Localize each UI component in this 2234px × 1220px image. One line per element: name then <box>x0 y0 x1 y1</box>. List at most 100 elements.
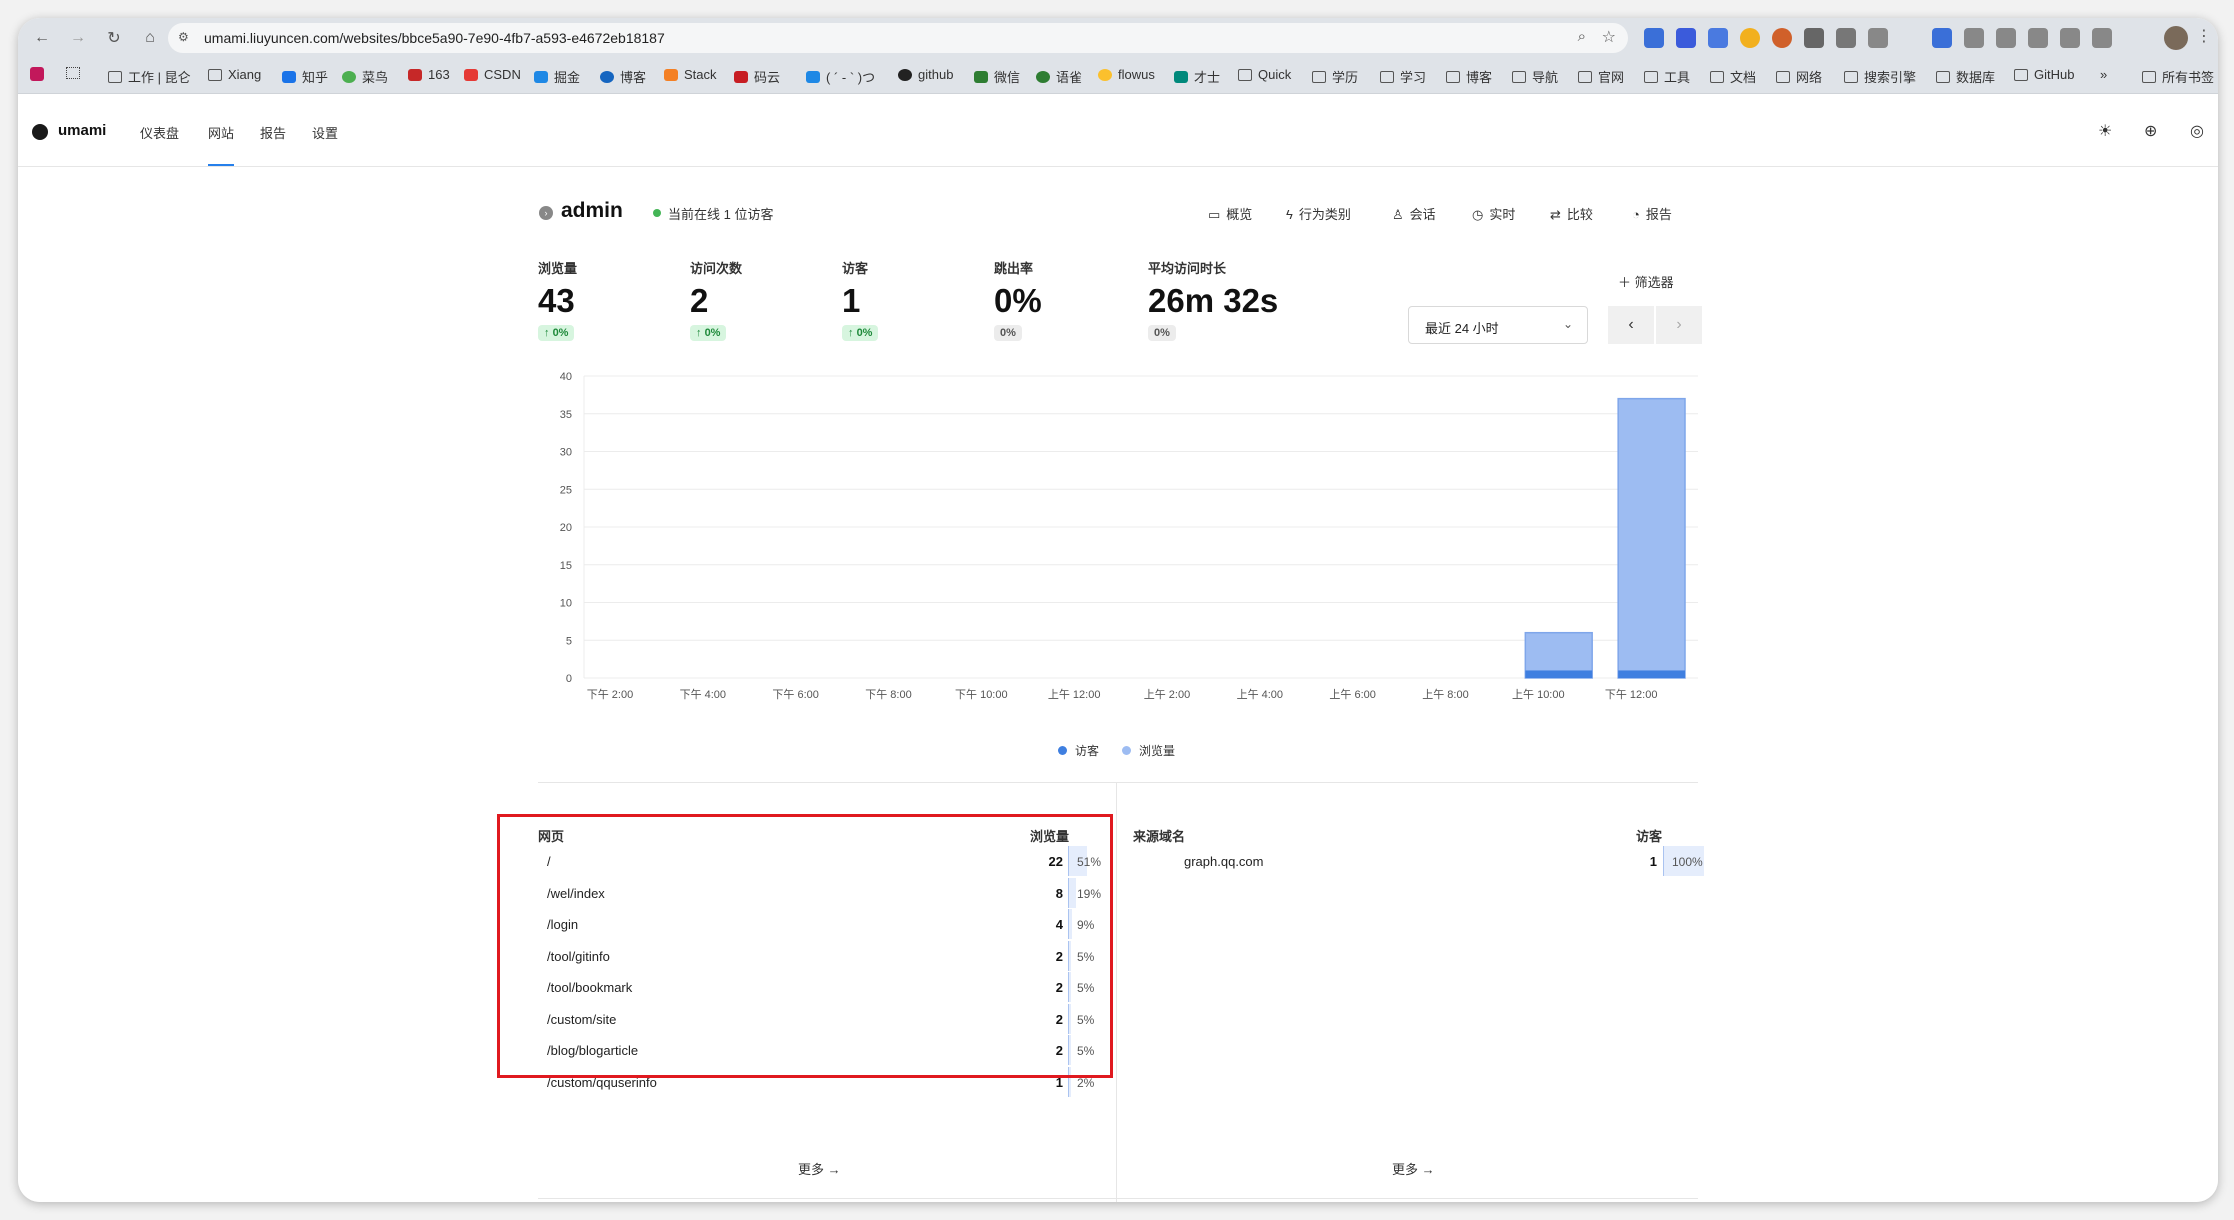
bookmark-folder[interactable]: 工具 <box>1644 67 1690 86</box>
x-tick-label: 下午 12:00 <box>1605 688 1658 701</box>
bookmark-folder[interactable]: 导航 <box>1512 67 1558 86</box>
extension-icon[interactable] <box>1836 28 1856 48</box>
x-tick-label: 上午 4:00 <box>1237 688 1283 701</box>
next-range-button[interactable]: › <box>1656 306 1702 344</box>
zoom-icon[interactable]: ⌕ <box>1578 28 1586 45</box>
bookmark-item[interactable]: 码云 <box>734 67 780 86</box>
prev-range-button[interactable]: ‹ <box>1608 306 1654 344</box>
address-bar[interactable]: ⚙ umami.liuyuncen.com/websites/bbce5a90-… <box>168 23 1628 53</box>
bookmark-folder[interactable]: GitHub <box>2014 67 2074 82</box>
highlight-annotation <box>497 814 1113 1078</box>
extension-icon[interactable] <box>1708 28 1728 48</box>
menu-icon[interactable]: ⋮ <box>2196 26 2212 46</box>
chevron-left-icon: ‹ <box>1628 316 1634 333</box>
bookmark-item[interactable]: Stack <box>664 67 717 82</box>
back-icon[interactable]: ← <box>28 24 56 52</box>
nav-reports[interactable]: 报告 <box>260 123 286 142</box>
nav-dashboard[interactable]: 仪表盘 <box>140 123 179 142</box>
bookmark-folder[interactable]: 文档 <box>1710 67 1756 86</box>
bookmark-item[interactable]: 掘金 <box>534 67 580 86</box>
bookmark-folder[interactable]: 数据库 <box>1936 67 1995 86</box>
language-globe-icon[interactable]: ⊕ <box>2144 121 2157 141</box>
bookmark-folder[interactable]: 所有书签 <box>2142 67 2214 86</box>
x-tick-label: 上午 6:00 <box>1329 688 1375 701</box>
bookmark-item[interactable]: 博客 <box>600 67 646 86</box>
trash-icon[interactable] <box>2028 28 2048 48</box>
extension-icon[interactable] <box>1644 28 1664 48</box>
tab-compare[interactable]: ⇄ 比较 <box>1550 204 1593 223</box>
theme-sun-icon[interactable]: ☀ <box>2098 121 2112 141</box>
bookmark-item[interactable]: ( ´ - ` )つ <box>806 67 875 86</box>
bookmark-folder[interactable]: 网络 <box>1776 67 1822 86</box>
tab-overview[interactable]: ▭ 概览 <box>1208 204 1252 223</box>
clock-icon: ◷ <box>1472 207 1484 222</box>
monitor-icon: ▭ <box>1208 207 1221 222</box>
browser-window: ← → ↻ ⌂ ⚙ umami.liuyuncen.com/websites/b… <box>18 18 2218 1202</box>
bookmarks-overflow-icon[interactable]: » <box>2100 67 2107 82</box>
bookmark-item[interactable] <box>30 67 50 81</box>
tab-sessions[interactable]: ♙ 会话 <box>1392 204 1436 223</box>
table-row[interactable]: graph.qq.com 1 100% <box>1133 846 1704 876</box>
puzzle-icon[interactable] <box>1868 28 1888 48</box>
translate-icon[interactable] <box>2060 28 2080 48</box>
bookmark-folder[interactable]: 学历 <box>1312 67 1358 86</box>
bookmark-folder[interactable]: Quick <box>1238 67 1291 82</box>
extension-icon[interactable] <box>1740 28 1760 48</box>
extension-icon[interactable] <box>1772 28 1792 48</box>
reload-icon[interactable]: ↻ <box>100 24 128 52</box>
x-tick-label: 下午 8:00 <box>865 688 911 701</box>
change-badge: ↑ 0% <box>538 325 575 341</box>
home-icon[interactable]: ⌂ <box>136 24 164 52</box>
bookmark-item[interactable]: 才士 <box>1174 67 1220 86</box>
chevron-right-icon: › <box>1676 316 1682 333</box>
bookmark-item[interactable]: CSDN <box>464 67 521 82</box>
legend-pageviews[interactable]: 浏览量 <box>1122 742 1175 759</box>
website-favicon-icon: › <box>539 206 553 220</box>
bookmark-item[interactable]: 菜鸟 <box>342 67 388 86</box>
metric-visit-duration: 平均访问时长 26m 32s 0% <box>1148 261 1279 341</box>
tab-realtime[interactable]: ◷ 实时 <box>1472 204 1515 223</box>
extension-icon[interactable] <box>1804 28 1824 48</box>
sidebar-icon[interactable] <box>1996 28 2016 48</box>
tab-events[interactable]: ϟ 行为类别 <box>1286 204 1351 223</box>
bookmark-item[interactable]: 语雀 <box>1036 67 1082 86</box>
site-info-icon[interactable]: ⚙ <box>178 30 194 46</box>
bookmark-folder[interactable]: 工作 | 昆仑 <box>108 67 191 86</box>
legend-visitors[interactable]: 访客 <box>1058 742 1099 759</box>
referrers-metric-header[interactable]: 访客 <box>1636 826 1662 845</box>
bookmark-star-icon[interactable]: ☆ <box>1602 27 1616 47</box>
bookmark-folder[interactable]: 学习 <box>1380 67 1426 86</box>
bookmark-folder[interactable]: 搜索引擎 <box>1844 67 1916 86</box>
row-label[interactable]: graph.qq.com <box>1184 854 1264 869</box>
bookmark-item[interactable]: 知乎 <box>282 67 328 86</box>
bookmark-folder[interactable]: 官网 <box>1578 67 1624 86</box>
app-logo-text[interactable]: umami <box>58 122 106 139</box>
website-name: admin <box>561 199 623 222</box>
filter-button[interactable]: ＋ 筛选器 <box>1618 272 1674 291</box>
change-badge: 0% <box>1148 325 1176 341</box>
bookmark-item[interactable]: github <box>898 67 953 82</box>
nav-settings[interactable]: 设置 <box>312 123 338 142</box>
user-profile-icon[interactable]: ◎ <box>2190 121 2204 141</box>
reading-list-icon[interactable] <box>1964 28 1984 48</box>
tab-reports[interactable]: ◔ 报告 <box>1632 204 1672 223</box>
extension-icon[interactable] <box>1676 28 1696 48</box>
apps-icon[interactable] <box>66 67 86 79</box>
bookmark-item[interactable]: 163 <box>408 67 450 82</box>
chart-svg: 0 5 10 15 20 25 30 35 40 下午 2:00 下午 4:00 下午 6:00 下午 … <box>560 371 1698 701</box>
date-range-select[interactable]: 最近 24 小时 ⌄ <box>1408 306 1588 344</box>
forward-icon[interactable]: → <box>64 24 92 52</box>
url-text[interactable]: umami.liuyuncen.com/websites/bbce5a90-7e… <box>204 30 665 46</box>
extension-icon[interactable] <box>1932 28 1952 48</box>
pages-more-link[interactable]: 更多 → <box>798 1159 841 1178</box>
bookmark-item[interactable]: 微信 <box>974 67 1020 86</box>
code-icon[interactable] <box>2092 28 2112 48</box>
profile-avatar[interactable] <box>2164 26 2188 50</box>
plus-icon: ＋ <box>1618 275 1635 290</box>
referrers-more-link[interactable]: 更多 → <box>1392 1159 1435 1178</box>
bookmark-item[interactable]: flowus <box>1098 67 1155 82</box>
nav-websites[interactable]: 网站 <box>208 123 235 166</box>
bookmark-folder[interactable]: Xiang <box>208 67 261 82</box>
referrers-table-header[interactable]: 来源域名 <box>1133 826 1185 845</box>
bookmark-folder[interactable]: 博客 <box>1446 67 1492 86</box>
